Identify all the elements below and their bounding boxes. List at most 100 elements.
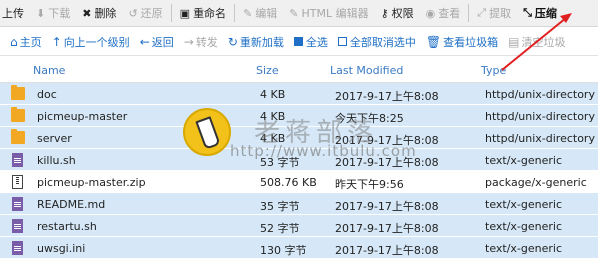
watermark-url: http://www.itbulu.com [230,142,417,160]
deselect-all-button[interactable]: 全部取消选中 [333,28,421,56]
text-file-icon [12,197,23,211]
file-size: 4 KB [260,88,286,101]
back-label: 返回 [151,35,174,49]
permissions-button[interactable]: ⚷ 权限 [375,0,420,27]
html-editor-label: HTML 编辑器 [301,7,369,20]
rename-label: 重命名 [193,7,227,20]
view-trash-button[interactable]: 🗑 查看垃圾箱 [421,28,503,56]
file-name: doc [37,88,57,101]
compress-label: 压缩 [534,7,557,20]
html-editor-button[interactable]: ✎ HTML 编辑器 [283,0,374,27]
reload-button[interactable]: ↻ 重新加载 [223,28,289,56]
file-name: picmeup-master [37,110,128,123]
file-modified: 2017-9-17上午8:08 [335,222,439,235]
arrow-up-icon: ↑ [51,34,62,49]
empty-trash-button[interactable]: ▤ 清空垃圾 [503,28,570,56]
restore-icon: ↺ [128,6,138,20]
download-icon: ⬇ [36,6,46,20]
file-name: uwsgi.ini [37,242,86,255]
view-trash-label: 查看垃圾箱 [443,35,499,49]
upload-button[interactable]: 上传 [0,0,30,27]
file-table-header: Name Size Last Modified Type [0,57,598,83]
file-size: 508.76 KB [260,176,317,189]
home-label: 主页 [19,35,42,49]
back-button[interactable]: ← 返回 [135,28,179,56]
folder-icon [11,107,25,122]
permissions-label: 权限 [391,7,414,20]
upload-label: 上传 [2,7,24,20]
compress-icon: ⤡ [523,6,532,19]
file-name: README.md [37,198,106,211]
delete-button[interactable]: ✖ 删除 [76,0,122,27]
file-type: httpd/unix-directory [485,110,595,123]
select-all-button[interactable]: 全选 [289,28,333,56]
forward-label: 转发 [195,35,218,49]
file-type: httpd/unix-directory [485,88,595,101]
key-icon: ⚷ [380,6,389,20]
file-name: killu.sh [37,154,76,167]
trash-icon: 🗑 [425,34,442,49]
home-icon: ⌂ [10,34,18,49]
restore-label: 还原 [140,7,163,20]
folder-icon [11,129,25,144]
file-modified: 2017-9-17上午8:08 [335,90,439,103]
table-row[interactable]: README.md 35 字节 2017-9-17上午8:08 text/x-g… [0,193,598,215]
text-file-icon [12,153,23,167]
zip-file-icon [12,175,23,189]
view-button[interactable]: ◉ 查看 [420,0,467,27]
eye-icon: ◉ [425,6,436,20]
restore-button[interactable]: ↺ 还原 [122,0,168,27]
file-modified: 昨天下午9:56 [335,178,404,191]
empty-trash-label: 清空垃圾 [521,35,566,49]
file-size: 35 字节 [260,200,300,213]
file-name: restartu.sh [37,220,97,233]
table-row[interactable]: uwsgi.ini 130 字节 2017-9-17上午8:08 text/x-… [0,237,598,259]
reload-label: 重新加载 [239,35,284,49]
toolbar-divider [468,4,470,22]
view-label: 查看 [438,7,461,20]
file-type: text/x-generic [485,198,563,211]
extract-button[interactable]: ⤢ 提取 [471,0,517,27]
up-level-label: 向上一个级别 [63,35,130,49]
navigation-toolbar: ⌂ 主页 ↑ 向上一个级别 ← 返回 → 转发 ↻ 重新加载 全选 全部取消选中… [0,28,598,56]
column-header-modified[interactable]: Last Modified [330,64,403,77]
text-file-icon [12,219,23,233]
file-type: text/x-generic [485,242,563,255]
download-button[interactable]: ⬇ 下载 [30,0,76,27]
file-type: httpd/unix-directory [485,132,595,145]
file-type: package/x-generic [485,176,587,189]
rename-button[interactable]: ▣ 重命名 [174,0,232,27]
watermark-logo-icon [183,108,231,156]
compress-button[interactable]: ⤡ 压缩 [517,0,563,27]
rename-icon: ▣ [179,6,191,20]
extract-icon: ⤢ [477,6,487,19]
file-size: 130 字节 [260,244,307,257]
column-header-size[interactable]: Size [256,64,279,77]
file-type: text/x-generic [485,154,563,167]
folder-icon [11,85,25,100]
delete-label: 删除 [94,7,117,20]
arrow-left-icon: ← [139,34,150,49]
forward-button[interactable]: → 转发 [179,28,223,56]
empty-trash-icon: ▤ [508,34,520,49]
arrow-right-icon: → [183,34,194,49]
download-label: 下载 [48,7,71,20]
checkbox-checked-icon [293,37,303,46]
table-row[interactable]: restartu.sh 52 字节 2017-9-17上午8:08 text/x… [0,215,598,237]
toolbar-divider [170,4,172,22]
html-editor-icon: ✎ [289,6,299,20]
checkbox-empty-icon [337,37,347,46]
up-level-button[interactable]: ↑ 向上一个级别 [47,28,135,56]
select-all-label: 全选 [305,35,328,49]
file-actions-toolbar: 上传 ⬇ 下载 ✖ 删除 ↺ 还原 ▣ 重命名 ✎ 编辑 ✎ HTML 编辑器 … [0,0,598,27]
toolbar-divider [234,4,236,22]
column-header-type[interactable]: Type [481,64,506,77]
column-header-name[interactable]: Name [33,64,65,77]
file-name: picmeup-master.zip [37,176,146,189]
table-row[interactable]: doc 4 KB 2017-9-17上午8:08 httpd/unix-dire… [0,83,598,105]
edit-button[interactable]: ✎ 编辑 [237,0,283,27]
file-modified: 2017-9-17上午8:08 [335,244,439,257]
home-button[interactable]: ⌂ 主页 [0,28,47,56]
delete-icon: ✖ [82,6,92,20]
table-row[interactable]: picmeup-master.zip 508.76 KB 昨天下午9:56 pa… [0,171,598,193]
